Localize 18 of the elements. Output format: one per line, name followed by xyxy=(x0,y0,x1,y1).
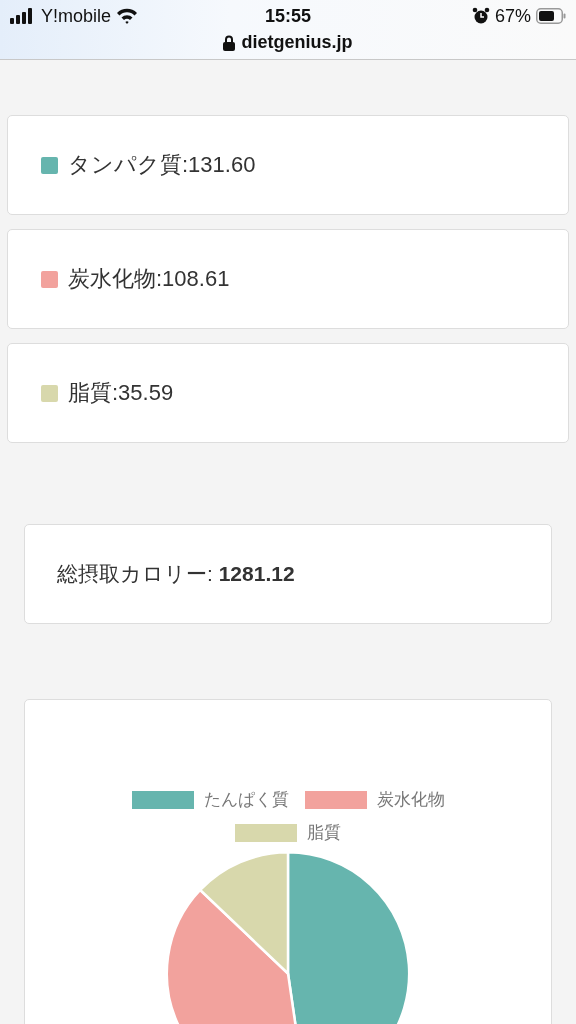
legend-label[interactable]: 炭水化物 xyxy=(376,788,445,811)
total-calorie-text: 総摂取カロリー: 1281.12 xyxy=(57,561,295,587)
legend-label[interactable]: たんぱく質 xyxy=(203,788,289,811)
nutrient-label: 炭水化物:108.61 xyxy=(68,265,230,293)
legend-swatch-icon[interactable] xyxy=(235,823,297,842)
carrier-name: Y!mobile xyxy=(41,5,112,27)
battery-percent: 67% xyxy=(494,5,531,27)
legend-swatch-icon[interactable] xyxy=(304,790,367,809)
nutrient-label: 脂質:35.59 xyxy=(68,379,174,407)
wifi-icon xyxy=(116,8,139,24)
alarm-clock-icon xyxy=(471,7,490,25)
site-url[interactable]: dietgenius.jp xyxy=(241,32,353,53)
battery-icon xyxy=(536,8,566,24)
clock-time: 15:55 xyxy=(264,5,311,27)
legend-label[interactable]: 脂質 xyxy=(307,821,341,844)
legend-swatch-icon[interactable] xyxy=(131,790,194,809)
nutrient-label: タンパク質:131.60 xyxy=(68,151,256,179)
lock-icon xyxy=(223,34,236,51)
